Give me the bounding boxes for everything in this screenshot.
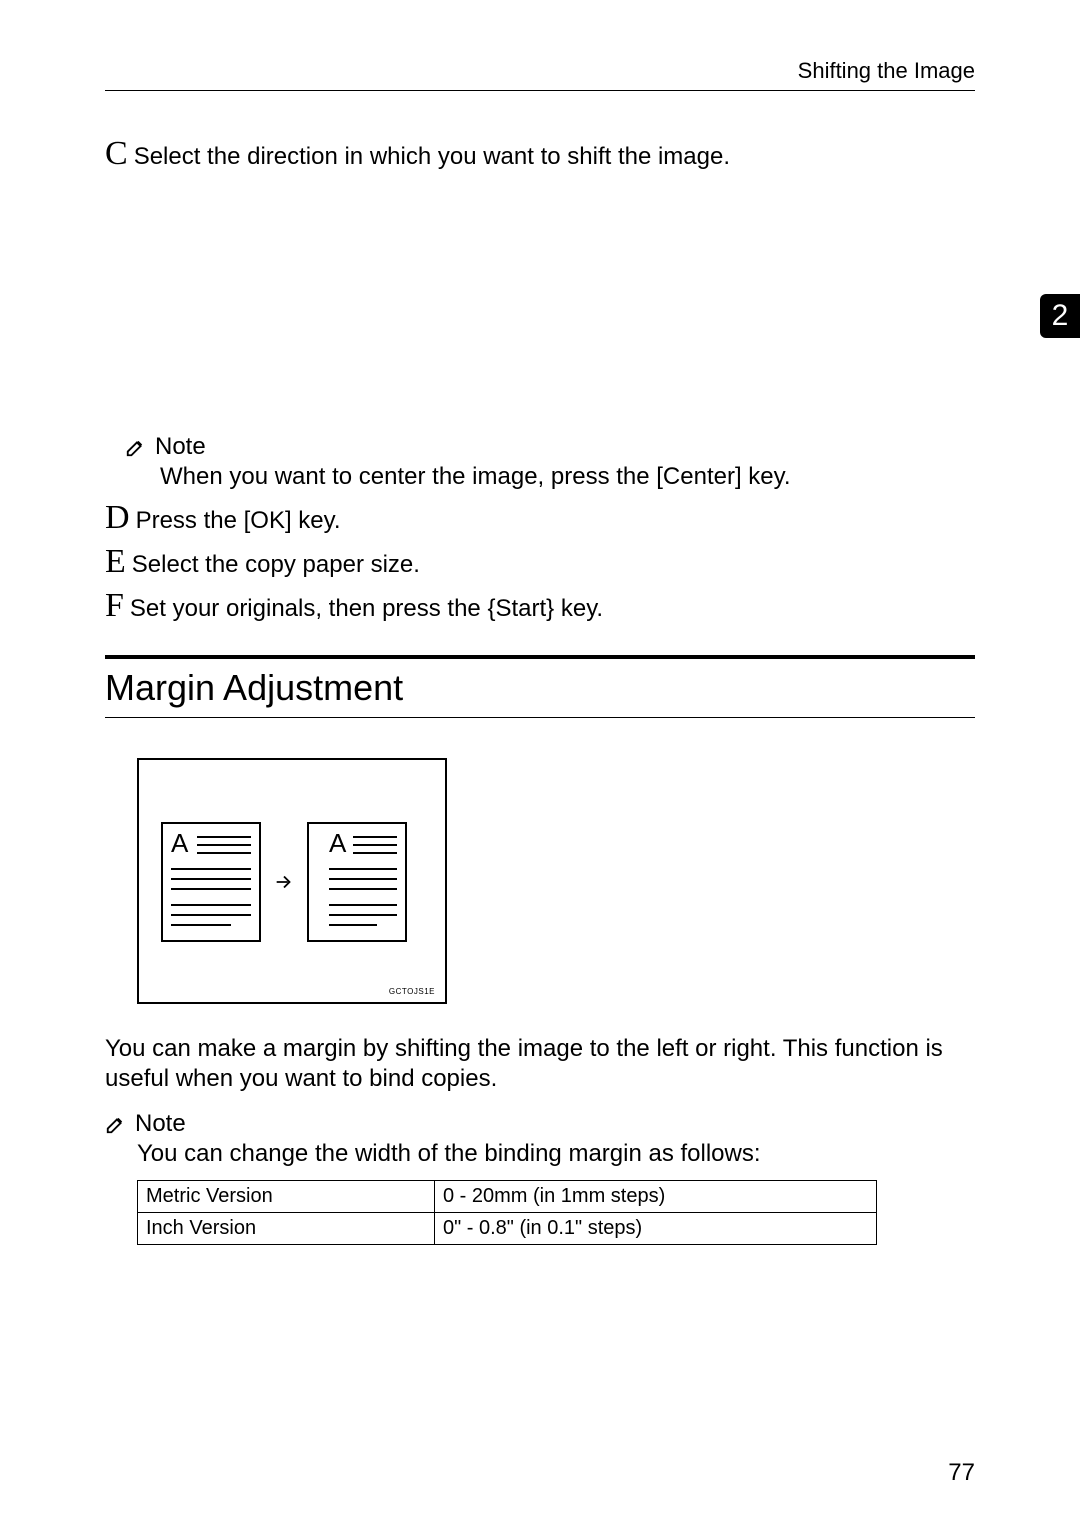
page-number: 77 bbox=[948, 1459, 975, 1487]
step-c-text: Select the direction in which you want t… bbox=[134, 141, 730, 171]
table-row: Metric Version 0 - 20mm (in 1mm steps) bbox=[138, 1181, 877, 1213]
section-rule-top bbox=[105, 655, 975, 659]
step-c-letter: C bbox=[105, 137, 128, 171]
note-c-text-1: When you want to center the image, press… bbox=[160, 463, 656, 490]
note2-text: You can change the width of the binding … bbox=[137, 1140, 975, 1168]
step-d-text-1: Press the bbox=[136, 507, 244, 534]
step-f-key: {Start} bbox=[487, 595, 554, 622]
table-row: Inch Version 0" - 0.8" (in 0.1" steps) bbox=[138, 1213, 877, 1245]
arrow-right-icon bbox=[273, 871, 295, 893]
table-cell-version: Inch Version bbox=[138, 1213, 435, 1245]
chapter-tab: 2 bbox=[1040, 294, 1080, 338]
note-label: Note bbox=[155, 433, 206, 461]
step-d-letter: D bbox=[105, 501, 130, 535]
table-cell-range: 0" - 0.8" (in 0.1" steps) bbox=[435, 1213, 877, 1245]
figure-placeholder bbox=[105, 175, 975, 425]
section-rule-bottom bbox=[105, 717, 975, 718]
figure-doc-original: A bbox=[161, 822, 261, 942]
pencil-icon bbox=[125, 436, 147, 458]
pencil-icon bbox=[105, 1113, 127, 1135]
step-f-text-1: Set your originals, then press the bbox=[130, 595, 488, 622]
section-title: Margin Adjustment bbox=[105, 667, 975, 709]
figure-doc-shifted: A bbox=[307, 822, 407, 942]
margin-figure: A A bbox=[137, 758, 447, 1004]
body-paragraph: You can make a margin by shifting the im… bbox=[105, 1034, 975, 1094]
step-e-text: Select the copy paper size. bbox=[132, 549, 420, 579]
step-d-text-2: key. bbox=[292, 507, 341, 534]
step-e-letter: E bbox=[105, 545, 126, 579]
header-rule bbox=[105, 90, 975, 91]
step-f-text: Set your originals, then press the {Star… bbox=[130, 593, 603, 623]
note2-label: Note bbox=[135, 1110, 186, 1138]
note-c-body: When you want to center the image, press… bbox=[160, 463, 975, 491]
step-d-key: [OK] bbox=[244, 507, 292, 534]
step-f-letter: F bbox=[105, 589, 124, 623]
table-cell-version: Metric Version bbox=[138, 1181, 435, 1213]
header-title: Shifting the Image bbox=[798, 58, 975, 84]
step-d-text: Press the [OK] key. bbox=[136, 505, 341, 535]
figure-doc-letter-b: A bbox=[329, 828, 346, 859]
note-c-key: [Center] bbox=[656, 463, 741, 490]
step-f-text-2: key. bbox=[554, 595, 603, 622]
table-cell-range: 0 - 20mm (in 1mm steps) bbox=[435, 1181, 877, 1213]
note-c-text-2: key. bbox=[742, 463, 791, 490]
figure-doc-letter: A bbox=[171, 828, 188, 859]
margin-range-table: Metric Version 0 - 20mm (in 1mm steps) I… bbox=[137, 1180, 877, 1245]
figure-code: GCTOJS1E bbox=[389, 987, 435, 996]
